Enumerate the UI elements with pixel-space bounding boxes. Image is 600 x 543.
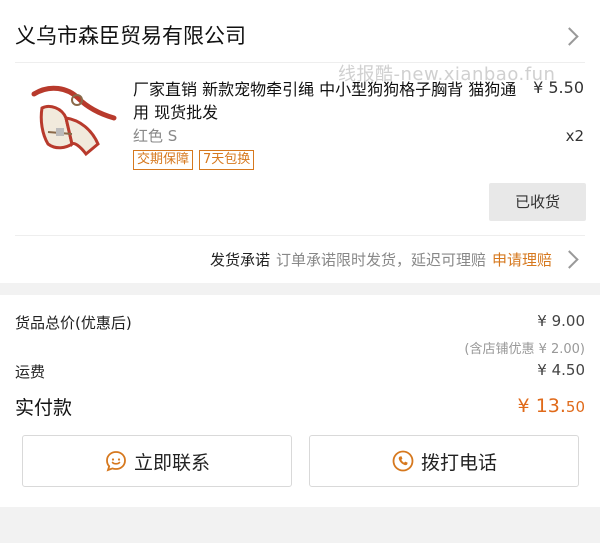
paid-integer: 13. xyxy=(535,395,566,417)
claim-link[interactable]: 申请理赔 xyxy=(492,251,552,269)
store-header[interactable]: 义乌市森臣贸易有限公司 xyxy=(0,0,600,62)
contact-now-button[interactable]: 立即联系 xyxy=(22,435,292,487)
product-thumbnail[interactable] xyxy=(28,74,120,166)
contact-now-label: 立即联系 xyxy=(133,451,210,474)
delivery-promise-row[interactable]: 发货承诺 订单承诺限时发货，延迟可理赔 申请理赔 xyxy=(210,249,552,270)
chat-smile-icon xyxy=(106,451,126,472)
product-quantity: x2 xyxy=(565,127,584,145)
product-price: ¥ 5.50 xyxy=(533,78,584,97)
divider xyxy=(15,235,585,236)
chevron-right-icon xyxy=(560,250,579,269)
received-button[interactable]: 已收货 xyxy=(489,183,586,221)
goods-total-value: ¥ 9.00 xyxy=(537,312,585,330)
chevron-right-icon xyxy=(560,27,579,46)
call-phone-button[interactable]: 拨打电话 xyxy=(309,435,579,487)
product-title[interactable]: 厂家直销 新款宠物牵引绳 中小型狗狗格子胸背 猫狗通用 现货批发 xyxy=(133,78,523,124)
paid-value: ¥ 13.50 xyxy=(518,395,585,417)
paid-label: 实付款 xyxy=(15,397,73,419)
goods-total-label: 货品总价(优惠后) xyxy=(15,314,132,332)
promise-description: 订单承诺限时发货，延迟可理赔 xyxy=(275,251,486,269)
tag-delivery-guarantee: 交期保障 xyxy=(133,150,194,170)
page-bottom-background xyxy=(0,507,600,543)
service-tags: 交期保障 7天包换 xyxy=(133,150,255,170)
product-spec: 红色 S xyxy=(133,127,178,145)
paid-decimal: 50 xyxy=(565,398,585,416)
promise-label: 发货承诺 xyxy=(209,251,270,269)
paid-currency: ¥ xyxy=(517,395,536,417)
store-name: 义乌市森臣贸易有限公司 xyxy=(15,24,246,48)
shipping-value: ¥ 4.50 xyxy=(537,361,585,379)
phone-icon xyxy=(392,450,414,472)
tag-7day-exchange: 7天包换 xyxy=(199,150,255,170)
order-store-card: 义乌市森臣贸易有限公司 线报酷-new.xianbao.fun 厂家直销 新款宠… xyxy=(0,0,600,283)
shipping-label: 运费 xyxy=(15,363,46,381)
discount-note: (含店铺优惠 ¥ 2.00) xyxy=(464,342,585,357)
call-phone-label: 拨打电话 xyxy=(420,451,497,474)
